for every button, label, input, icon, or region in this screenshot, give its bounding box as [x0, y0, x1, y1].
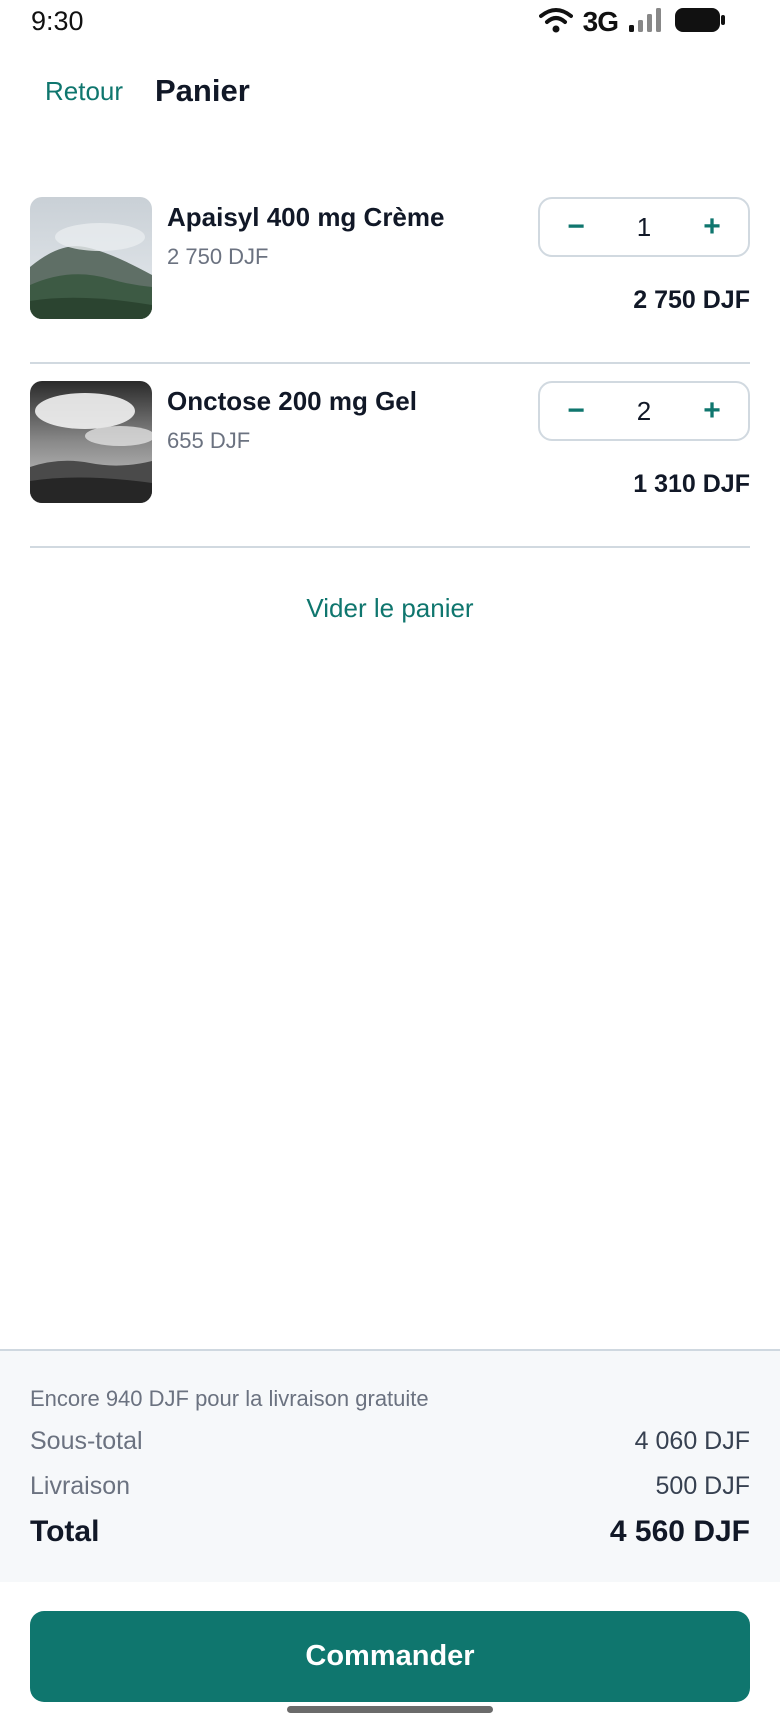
cart-item: Apaisyl 400 mg Crème 2 750 DJF − 1 + 2 7… [30, 180, 750, 364]
quantity-value: 2 [636, 395, 652, 426]
order-summary: Encore 940 DJF pour la livraison gratuit… [0, 1349, 780, 1582]
increment-button[interactable]: + [700, 212, 724, 242]
item-unit-price: 655 DJF [167, 428, 251, 453]
clear-cart-button[interactable]: Vider le panier [306, 593, 473, 623]
decrement-button[interactable]: − [564, 396, 588, 426]
item-line-total: 2 750 DJF [633, 286, 750, 314]
cart-list: Apaisyl 400 mg Crème 2 750 DJF − 1 + 2 7… [30, 180, 750, 548]
item-line-total: 1 310 DJF [633, 470, 750, 498]
product-thumbnail [30, 197, 152, 319]
item-name: Onctose 200 mg Gel [167, 386, 417, 416]
subtotal-value: 4 060 DJF [634, 1427, 750, 1455]
free-shipping-note: Encore 940 DJF pour la livraison gratuit… [30, 1386, 429, 1411]
shipping-row: Livraison 500 DJF [30, 1472, 750, 1501]
decrement-button[interactable]: − [564, 212, 588, 242]
total-value: 4 560 DJF [609, 1515, 750, 1548]
cart-item: Onctose 200 mg Gel 655 DJF − 2 + 1 310 D… [30, 364, 750, 548]
total-label: Total [30, 1515, 100, 1548]
shipping-label: Livraison [30, 1472, 131, 1500]
page-title: Panier [155, 73, 250, 108]
network-type: 3G [582, 6, 619, 37]
subtotal-label: Sous-total [30, 1427, 143, 1455]
quantity-stepper: − 1 + [538, 197, 750, 257]
quantity-stepper: − 2 + [538, 381, 750, 441]
home-indicator[interactable] [287, 1706, 493, 1713]
product-thumbnail [30, 381, 152, 503]
top-bar: Retour Panier [0, 60, 780, 122]
clear-cart-row: Vider le panier [0, 593, 780, 624]
order-button[interactable]: Commander [30, 1611, 750, 1702]
status-bar: 9:30 3G [0, 0, 780, 44]
battery-icon [674, 7, 726, 38]
item-name: Apaisyl 400 mg Crème [167, 202, 445, 232]
status-icons: 3G [538, 6, 726, 38]
subtotal-row: Sous-total 4 060 DJF [30, 1427, 750, 1456]
back-button[interactable]: Retour [45, 76, 123, 107]
quantity-value: 1 [636, 211, 652, 242]
shipping-value: 500 DJF [655, 1472, 750, 1500]
status-time: 9:30 [31, 6, 84, 36]
wifi-icon [538, 7, 573, 38]
total-row: Total 4 560 DJF [30, 1515, 750, 1549]
signal-icon [628, 7, 664, 38]
item-unit-price: 2 750 DJF [167, 244, 269, 269]
increment-button[interactable]: + [700, 396, 724, 426]
